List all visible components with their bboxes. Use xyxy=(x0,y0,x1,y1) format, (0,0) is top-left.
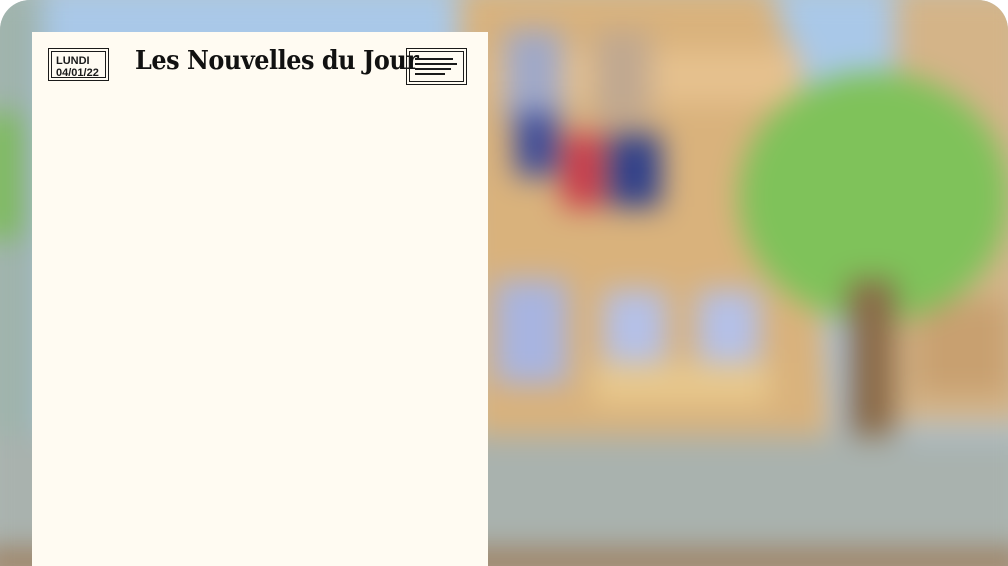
date-box: LUNDI 04/01/22 xyxy=(48,48,109,81)
day-label: LUNDI xyxy=(56,55,90,67)
newspaper-menu-button[interactable] xyxy=(406,48,467,85)
date-label: 04/01/22 xyxy=(56,67,99,79)
newspaper-lines-icon xyxy=(409,51,464,82)
game-window: LUNDI 04/01/22 Les Nouvelles du Jour xyxy=(0,0,1008,566)
newspaper-panel: LUNDI 04/01/22 Les Nouvelles du Jour xyxy=(32,32,488,566)
newspaper-title: Les Nouvelles du Jour xyxy=(135,46,419,76)
